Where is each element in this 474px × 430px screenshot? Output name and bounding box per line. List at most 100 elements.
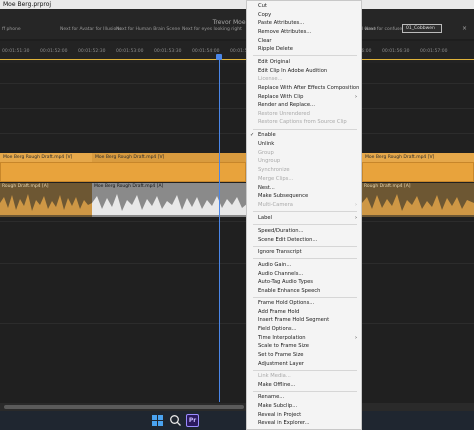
menu-item-unlink[interactable]: Unlink	[247, 140, 361, 148]
timecode: 00:01:53:00	[116, 49, 144, 54]
menu-item-time-interpolation[interactable]: Time Interpolation ›	[247, 334, 361, 342]
menu-item-restore-captions: Restore Captions from Source Clip	[258, 119, 347, 125]
track-divider	[0, 263, 474, 264]
video-clip-body[interactable]	[362, 162, 474, 182]
menu-separator	[253, 258, 357, 259]
menu-separator	[253, 246, 357, 247]
menu-item-field-options[interactable]: Field Options...	[247, 325, 361, 333]
menu-item-enhance-speech[interactable]: Enable Enhance Speech	[247, 287, 361, 295]
menu-item-replace-with-clip[interactable]: Replace With Clip ›	[247, 93, 361, 101]
menu-item-nest[interactable]: Nest...	[247, 184, 361, 192]
menu-item-reveal-in-explorer[interactable]: Reveal in Explorer...	[247, 419, 361, 427]
track-divider	[0, 323, 474, 324]
chevron-right-icon: ›	[355, 94, 357, 100]
menu-item-synchronize: Synchronize	[258, 167, 290, 173]
menu-separator	[253, 391, 357, 392]
timecode: 00:01:52:30	[78, 49, 106, 54]
checkmark-icon: ✓	[250, 132, 255, 138]
menu-separator	[253, 129, 357, 130]
menu-item-make-offline[interactable]: Make Offline...	[247, 381, 361, 389]
clip-label: Moe Berg Rough Draft.mp4 [V]	[3, 155, 73, 160]
chevron-right-icon: ›	[355, 202, 357, 208]
track-divider	[0, 108, 474, 109]
menu-item-ripple-delete[interactable]: Ripple Delete	[247, 45, 361, 53]
timecode: 00:01:56:30	[382, 49, 410, 54]
menu-item-auto-tag-audio[interactable]: Auto-Tag Audio Types	[247, 278, 361, 286]
marker[interactable]: Next for confused	[365, 27, 405, 32]
menu-item-restore-unrendered: Restore Unrendered	[258, 111, 310, 117]
premiere-pro-label: Pr	[188, 417, 197, 424]
chevron-right-icon: ›	[355, 335, 357, 341]
menu-item-ignore-transcript[interactable]: Ignore Transcript	[247, 248, 361, 256]
menu-item-cut[interactable]: Cut	[247, 2, 361, 10]
menu-item-paste-attributes[interactable]: Paste Attributes...	[247, 19, 361, 27]
audio-clip-selected[interactable]: Moe Berg Rough Draft.mp4 [A]	[92, 183, 248, 217]
menu-item-render-and-replace[interactable]: Render and Replace...	[247, 101, 361, 109]
menu-item-ungroup: Ungroup	[258, 158, 281, 164]
marker-selected[interactable]: 01_Cobbwen	[402, 24, 442, 33]
menu-item-audio-gain[interactable]: Audio Gain...	[247, 261, 361, 269]
waveform	[362, 194, 474, 215]
menu-item-adjustment-layer[interactable]: Adjustment Layer	[247, 360, 361, 368]
windows-start-icon[interactable]	[151, 414, 164, 427]
waveform	[92, 194, 248, 215]
menu-separator	[253, 211, 357, 212]
menu-item-make-subclip[interactable]: Make Subclip...	[247, 402, 361, 410]
menu-separator	[253, 297, 357, 298]
window-titlebar: Moe Berg.prproj	[0, 0, 474, 9]
menu-separator	[253, 55, 357, 56]
playhead-line[interactable]	[219, 56, 220, 402]
menu-item-edit-in-audition[interactable]: Edit Clip In Adobe Audition	[247, 67, 361, 75]
menu-item-multi-camera: Multi-Camera ›	[258, 202, 357, 208]
timeline-scrollbar[interactable]	[0, 403, 474, 411]
menu-item-edit-original[interactable]: Edit Original	[247, 58, 361, 66]
menu-item-rename[interactable]: Rename...	[247, 393, 361, 401]
menu-item-enable[interactable]: ✓ Enable	[247, 131, 361, 139]
menu-item-audio-channels[interactable]: Audio Channels...	[247, 270, 361, 278]
close-icon[interactable]: ×	[462, 25, 467, 32]
menu-item-link-media: Link Media...	[258, 373, 291, 379]
menu-item-label[interactable]: Label ›	[247, 214, 361, 222]
marker[interactable]: Next for Avatar for Illusions	[60, 27, 121, 32]
context-menu: Cut Copy Paste Attributes... Remove Attr…	[246, 0, 362, 430]
menu-item-make-subsequence[interactable]: Make Subsequence	[247, 192, 361, 200]
chevron-right-icon: ›	[355, 215, 357, 221]
video-clip-body[interactable]	[0, 162, 246, 182]
menu-separator	[253, 370, 357, 371]
menu-item-clear[interactable]: Clear	[247, 37, 361, 45]
menu-separator	[253, 224, 357, 225]
menu-item-remove-attributes[interactable]: Remove Attributes...	[247, 28, 361, 36]
clip-label: Moe Berg Rough Draft.mp4 [V]	[365, 155, 435, 160]
marker[interactable]: Next for eyes looking right	[182, 27, 242, 32]
menu-item-group: Group	[258, 150, 274, 156]
audio-clip[interactable]: Rough Draft.mp4 [A]	[362, 183, 474, 217]
menu-item-add-frame-hold[interactable]: Add Frame Hold	[247, 308, 361, 316]
premiere-pro-icon[interactable]: Pr	[186, 414, 199, 427]
scrollbar-thumb[interactable]	[4, 405, 244, 409]
marker-selected-label: 01_Cobbwen	[406, 26, 435, 31]
menu-item-replace-after-effects[interactable]: Replace With After Effects Composition	[247, 84, 361, 92]
work-area-bar[interactable]	[0, 59, 474, 60]
video-clip[interactable]: Moe Berg Rough Draft.mp4 [V]	[362, 153, 474, 162]
menu-item-insert-frame-hold-segment[interactable]: Insert Frame Hold Segment	[247, 316, 361, 324]
track-divider	[0, 133, 474, 134]
audio-clip[interactable]: Rough Draft.mp4 [A]	[0, 183, 92, 217]
menu-item-frame-hold-options[interactable]: Frame Hold Options...	[247, 299, 361, 307]
clip-label: Rough Draft.mp4 [A]	[2, 184, 49, 189]
menu-item-set-to-frame-size[interactable]: Set to Frame Size	[247, 351, 361, 359]
menu-item-copy[interactable]: Copy	[247, 11, 361, 19]
search-icon[interactable]	[169, 414, 182, 427]
menu-item-scene-edit-detection[interactable]: Scene Edit Detection...	[247, 236, 361, 244]
menu-item-speed-duration[interactable]: Speed/Duration...	[247, 227, 361, 235]
timeline-tracks[interactable]	[0, 63, 474, 403]
clip-label: Moe Berg Rough Draft.mp4 [A]	[94, 184, 164, 189]
marker[interactable]: Next for Human Brain Scene	[116, 27, 180, 32]
menu-item-merge-clips: Merge Clips...	[258, 176, 294, 182]
video-clip-selected[interactable]: Moe Berg Rough Draft.mp4 [V]	[92, 153, 246, 162]
menu-item-scale-to-frame-size[interactable]: Scale to Frame Size	[247, 342, 361, 350]
menu-item-reveal-in-project[interactable]: Reveal in Project	[247, 411, 361, 419]
waveform	[0, 194, 92, 215]
clip-label: Rough Draft.mp4 [A]	[364, 184, 411, 189]
marker[interactable]: ff phone	[2, 27, 21, 32]
menu-item-license: License...	[258, 76, 283, 82]
